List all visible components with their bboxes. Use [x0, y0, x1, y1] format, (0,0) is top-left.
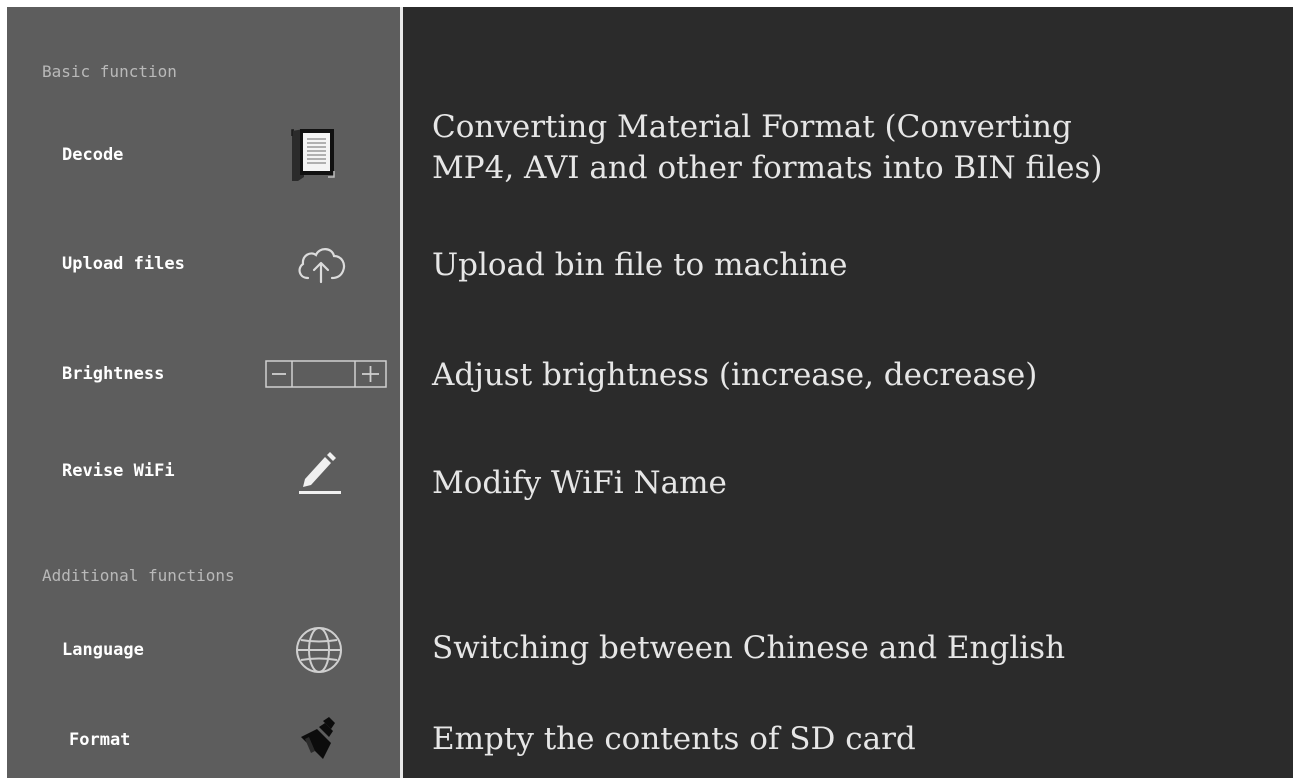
- description-language: Switching between Chinese and English: [432, 630, 1066, 666]
- language-label: Language: [62, 640, 144, 660]
- section-title-additional: Additional functions: [42, 566, 235, 585]
- app-window: Basic function Additional functions Deco…: [0, 0, 1293, 778]
- description-decode: Converting Material Format (Converting M…: [432, 107, 1102, 189]
- description-upload-files: Upload bin file to machine: [432, 247, 848, 283]
- description-revise-wifi: Modify WiFi Name: [432, 465, 727, 501]
- revise-wifi-label: Revise WiFi: [62, 461, 175, 481]
- globe-icon: [296, 627, 342, 673]
- sidebar-item-brightness[interactable]: Brightness: [7, 344, 400, 404]
- brightness-minus-plus-control[interactable]: [262, 359, 390, 389]
- section-title-basic: Basic function: [42, 62, 177, 81]
- sidebar-item-format[interactable]: Format: [7, 710, 400, 770]
- brightness-label: Brightness: [62, 364, 165, 384]
- format-label: Format: [69, 730, 131, 750]
- sidebar-item-revise-wifi[interactable]: Revise WiFi: [7, 441, 400, 501]
- sidebar-item-upload-files[interactable]: Upload files: [7, 234, 400, 294]
- description-format: Empty the contents of SD card: [432, 721, 916, 757]
- description-brightness: Adjust brightness (increase, decrease): [432, 357, 1038, 393]
- pencil-edit-icon: [299, 452, 341, 494]
- upload-files-label: Upload files: [62, 254, 185, 274]
- description-decode-line-1: Converting Material Format (Converting: [432, 109, 1072, 145]
- decode-document-icon: [291, 129, 335, 181]
- cloud-upload-icon: [298, 248, 346, 284]
- decode-label: Decode: [62, 145, 124, 165]
- brush-format-icon: [301, 717, 335, 759]
- sidebar-item-language[interactable]: Language: [7, 620, 400, 680]
- sidebar-item-decode[interactable]: Decode: [7, 125, 400, 185]
- description-decode-line-2: MP4, AVI and other formats into BIN file…: [432, 150, 1103, 186]
